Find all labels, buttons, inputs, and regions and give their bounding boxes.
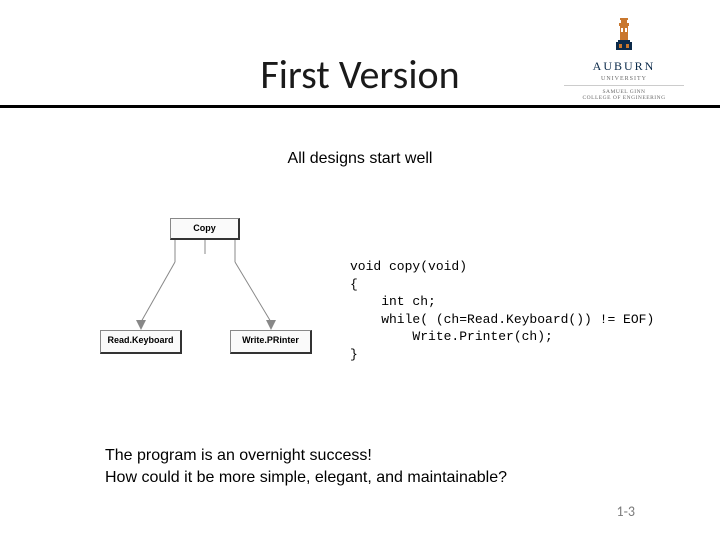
code-line: } xyxy=(350,347,358,362)
dependency-diagram: Copy Read.Keyboard Write.PRinter xyxy=(70,218,330,368)
code-line: { xyxy=(350,277,358,292)
slide: AUBURN UNIVERSITY SAMUEL GINN COLLEGE OF… xyxy=(0,0,720,540)
page-number: 1-3 xyxy=(617,503,635,520)
footer-line-1: The program is an overnight success! xyxy=(105,447,372,464)
diagram-box-read-keyboard: Read.Keyboard xyxy=(100,330,182,354)
footer-line-2: How could it be more simple, elegant, an… xyxy=(105,469,507,486)
slide-subtitle: All designs start well xyxy=(0,150,720,168)
diagram-box-copy: Copy xyxy=(170,218,240,240)
diagram-box-write-printer: Write.PRinter xyxy=(230,330,312,354)
title-divider xyxy=(0,105,720,108)
slide-title: First Version xyxy=(0,50,720,99)
code-line: int ch; xyxy=(350,294,436,309)
code-line: while( (ch=Read.Keyboard()) != EOF) xyxy=(350,312,654,327)
code-line: Write.Printer(ch); xyxy=(350,329,553,344)
code-snippet: void copy(void) { int ch; while( (ch=Rea… xyxy=(350,258,654,363)
code-line: void copy(void) xyxy=(350,259,467,274)
footer-paragraph: The program is an overnight success! How… xyxy=(105,445,507,488)
